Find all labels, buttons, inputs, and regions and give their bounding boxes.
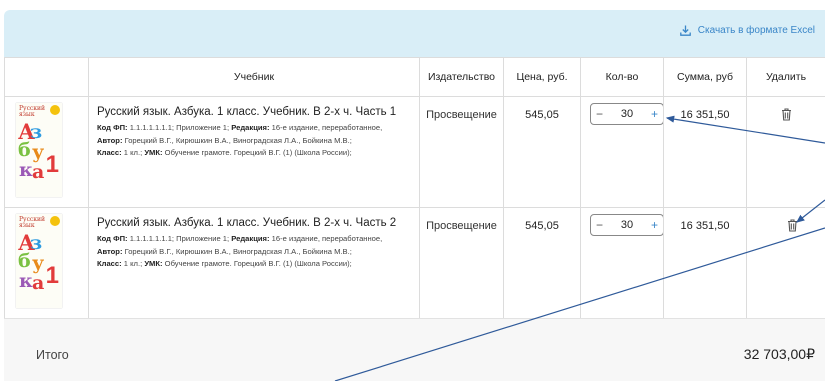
header-quantity: Кол-во (580, 57, 664, 97)
header-cover (4, 57, 89, 97)
cover-letter: у (32, 141, 45, 163)
header-delete: Удалить (746, 57, 825, 97)
download-excel-label: Скачать в формате Excel (697, 25, 815, 36)
cover-badge-icon (50, 216, 60, 226)
meta-value: 1 кл.; (123, 259, 143, 268)
cover-letter: а (32, 272, 45, 294)
meta-value: Обучение грамоте. Горецкий В.Г. (1) (Шко… (164, 259, 352, 268)
total-value: 32 703,00₽ (743, 346, 815, 362)
book-meta-line: Код ФП: 1.1.1.1.1.1.1; Приложение 1; Ред… (97, 233, 413, 246)
meta-value: 16-е издание, переработанное, (271, 234, 383, 243)
quantity-cell: − 30 + (580, 207, 664, 319)
book-cover[interactable]: Русский язык А з б у к а 1 (16, 214, 62, 308)
quantity-increase-button[interactable]: + (651, 218, 658, 232)
header-price: Цена, руб. (503, 57, 581, 97)
meta-value: 1.1.1.1.1.1.1; Приложение 1; (129, 234, 230, 243)
delete-cell (746, 207, 825, 319)
cover-letter: б (18, 139, 31, 161)
book-cover[interactable]: Русский язык А з б у к а 1 (16, 103, 62, 197)
cover-letter: у (32, 252, 45, 274)
meta-label: Автор: (97, 135, 123, 145)
meta-label: Редакция: (231, 234, 270, 243)
cart-toolbar: Скачать в формате Excel (4, 10, 825, 57)
table-row: Русский язык А з б у к а 1 Русский язык.… (4, 207, 825, 319)
cover-badge-icon (50, 105, 60, 115)
cover-letter: б (18, 250, 31, 272)
cover-number: 1 (45, 262, 59, 289)
quantity-stepper[interactable]: − 30 + (590, 103, 664, 125)
meta-label: Класс: (97, 148, 122, 157)
cover-letter: з (30, 232, 43, 254)
price-cell: 545,05 (503, 96, 581, 208)
cover-cell: Русский язык А з б у к а 1 (4, 207, 89, 319)
header-textbook: Учебник (88, 57, 420, 97)
quantity-value[interactable]: 30 (621, 219, 633, 231)
meta-value: Горецкий В.Г., Кирюшкин В.А., Виноградск… (124, 135, 352, 145)
quantity-increase-button[interactable]: + (651, 107, 658, 121)
book-meta-line: Автор: Горецкий В.Г., Кирюшкин В.А., Вин… (97, 246, 413, 259)
meta-label: УМК: (144, 259, 163, 268)
quantity-stepper[interactable]: − 30 + (590, 214, 664, 236)
book-meta-line: Код ФП: 1.1.1.1.1.1.1; Приложение 1; Ред… (97, 122, 413, 135)
sum-cell: 16 351,50 (663, 207, 747, 319)
quantity-value[interactable]: 30 (621, 108, 633, 120)
trash-icon[interactable] (787, 219, 798, 232)
cover-cell: Русский язык А з б у к а 1 (4, 96, 89, 208)
meta-label: Код ФП: (97, 234, 128, 243)
cover-letter: з (30, 121, 43, 143)
book-meta-line: Автор: Горецкий В.Г., Кирюшкин В.А., Вин… (97, 135, 413, 148)
book-meta-line: Класс: 1 кл.; УМК: Обучение грамоте. Гор… (97, 258, 413, 271)
cover-number: 1 (45, 151, 59, 178)
table-header-row: Учебник Издательство Цена, руб. Кол-во С… (4, 57, 825, 97)
textbook-info: Русский язык. Азбука. 1 класс. Учебник. … (88, 207, 420, 319)
meta-label: Класс: (97, 259, 122, 268)
publisher-cell: Просвещение (419, 207, 504, 319)
quantity-decrease-button[interactable]: − (596, 107, 603, 121)
textbook-info: Русский язык. Азбука. 1 класс. Учебник. … (88, 96, 420, 208)
meta-label: Код ФП: (97, 123, 128, 132)
meta-label: УМК: (144, 148, 163, 157)
meta-value: 1.1.1.1.1.1.1; Приложение 1; (129, 123, 230, 132)
sum-cell: 16 351,50 (663, 96, 747, 208)
cover-letter: к (19, 270, 33, 292)
download-excel-link[interactable]: Скачать в формате Excel (679, 25, 815, 36)
cover-letter: а (32, 161, 45, 183)
publisher-cell: Просвещение (419, 96, 504, 208)
cover-letter: к (19, 159, 33, 181)
delete-cell (746, 96, 825, 208)
meta-label: Редакция: (231, 123, 270, 132)
trash-icon[interactable] (781, 108, 792, 121)
meta-value: Обучение грамоте. Горецкий В.Г. (1) (Шко… (164, 148, 352, 157)
meta-value: 16-е издание, переработанное, (271, 123, 383, 132)
header-publisher: Издательство (419, 57, 504, 97)
header-sum: Сумма, руб (663, 57, 747, 97)
price-cell: 545,05 (503, 207, 581, 319)
cart-total-row: Итого 32 703,00₽ (4, 318, 825, 381)
download-icon (679, 25, 691, 36)
cart-table: Учебник Издательство Цена, руб. Кол-во С… (4, 57, 825, 319)
book-title[interactable]: Русский язык. Азбука. 1 класс. Учебник. … (97, 217, 413, 229)
meta-label: Автор: (97, 246, 123, 256)
book-title[interactable]: Русский язык. Азбука. 1 класс. Учебник. … (97, 106, 413, 118)
meta-value: 1 кл.; (123, 148, 143, 157)
quantity-cell: − 30 + (580, 96, 664, 208)
book-meta-line: Класс: 1 кл.; УМК: Обучение грамоте. Гор… (97, 147, 413, 160)
total-label: Итого (36, 348, 69, 362)
meta-value: Горецкий В.Г., Кирюшкин В.А., Виноградск… (124, 246, 352, 256)
quantity-decrease-button[interactable]: − (596, 218, 603, 232)
table-row: Русский язык А з б у к а 1 Русский язык.… (4, 96, 825, 208)
